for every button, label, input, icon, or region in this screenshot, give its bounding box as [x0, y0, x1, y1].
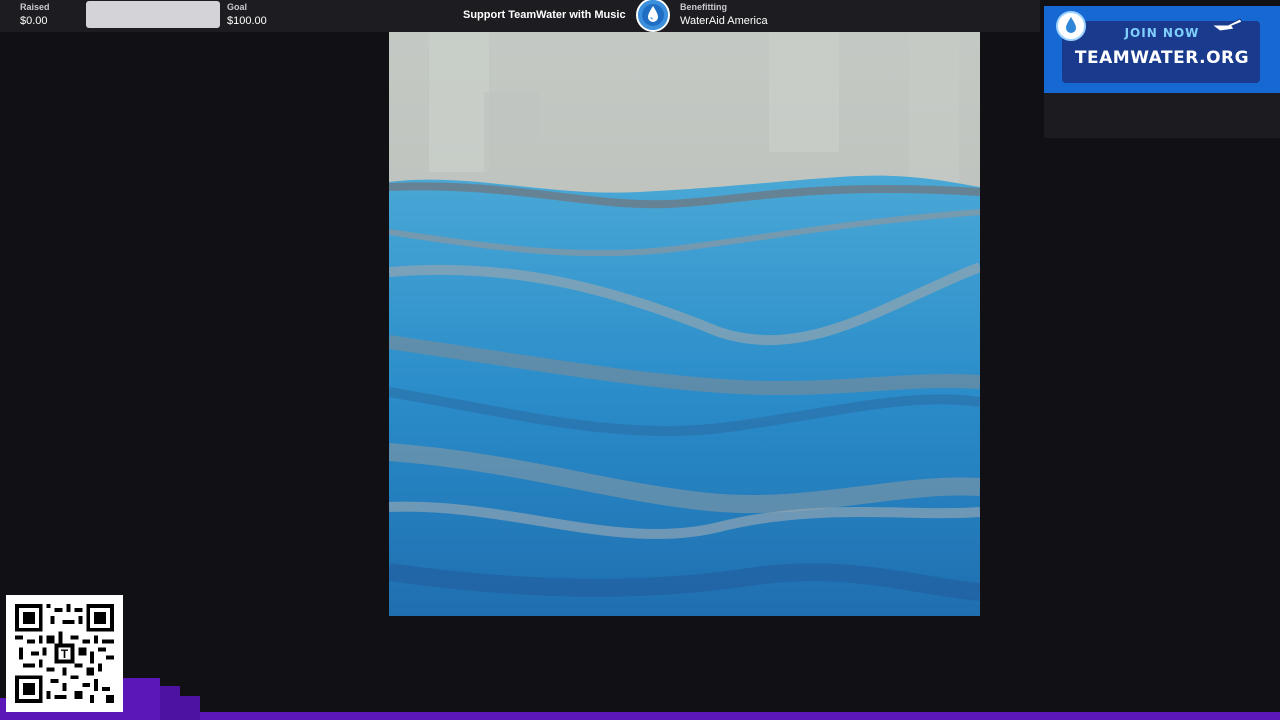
- goal-stat: Goal $100.00: [227, 2, 267, 28]
- raised-label: Raised: [20, 2, 50, 12]
- raised-value: $0.00: [20, 15, 48, 27]
- raised-stat: Raised $0.00: [20, 2, 50, 28]
- donation-bar: Raised $0.00 Goal $100.00 Support TeamWa…: [0, 0, 1040, 32]
- qr-code-icon[interactable]: T: [6, 595, 123, 712]
- goal-label: Goal: [227, 2, 248, 12]
- water-drop-logo-icon: [636, 0, 670, 32]
- beneficiary: Benefitting WaterAid America: [680, 2, 768, 28]
- audio-equalizer: [0, 668, 1280, 720]
- qr-center-letter: T: [61, 647, 69, 661]
- benefit-value: WaterAid America: [680, 15, 768, 27]
- music-visualizer-artwork: [389, 32, 980, 616]
- donation-progress-bar: [86, 1, 220, 28]
- goal-value: $100.00: [227, 15, 267, 27]
- teamwater-promo-banner[interactable]: JOIN NOW TEAMWATER.ORG: [1044, 6, 1280, 93]
- campaign-title: Support TeamWater with Music: [463, 9, 626, 21]
- promo-site-text: TEAMWATER.ORG: [1074, 48, 1250, 68]
- side-panel: JOIN NOW TEAMWATER.ORG: [1044, 6, 1280, 138]
- benefit-label: Benefitting: [680, 2, 727, 12]
- promo-join-text: JOIN NOW: [1124, 26, 1200, 40]
